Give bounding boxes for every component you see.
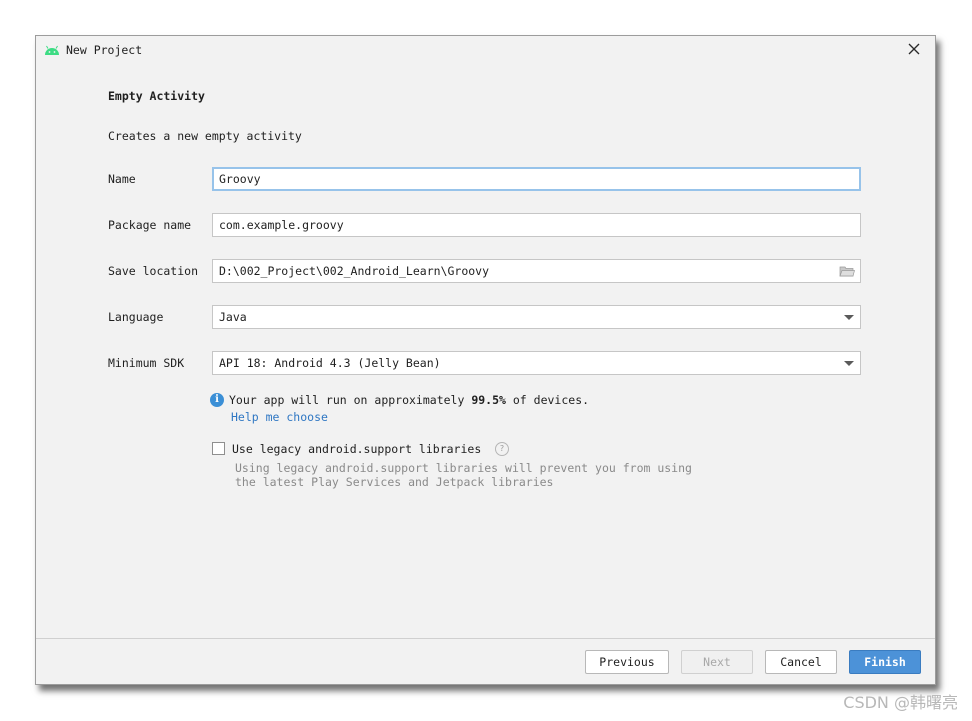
info-icon: i bbox=[210, 393, 224, 407]
title-bar: New Project bbox=[36, 36, 935, 64]
question-icon[interactable]: ? bbox=[495, 442, 509, 456]
coverage-percent: 99.5% bbox=[471, 393, 506, 407]
legacy-hint-line-2: the latest Play Services and Jetpack lib… bbox=[235, 475, 554, 489]
minimum-sdk-label: Minimum SDK bbox=[108, 356, 185, 370]
save-location-value: D:\002_Project\002_Android_Learn\Groovy bbox=[219, 264, 490, 278]
device-coverage-text: Your app will run on approximately 99.5%… bbox=[229, 393, 589, 407]
template-description: Creates a new empty activity bbox=[108, 129, 302, 143]
close-icon[interactable] bbox=[907, 42, 921, 56]
language-label: Language bbox=[108, 310, 164, 324]
language-select[interactable]: Java bbox=[212, 305, 861, 329]
template-heading: Empty Activity bbox=[108, 89, 205, 103]
finish-button[interactable]: Finish bbox=[849, 650, 921, 674]
coverage-prefix: Your app will run on approximately bbox=[229, 393, 472, 407]
previous-button[interactable]: Previous bbox=[585, 650, 669, 674]
android-icon bbox=[45, 45, 59, 55]
package-name-label: Package name bbox=[108, 218, 192, 232]
minimum-sdk-value: API 18: Android 4.3 (Jelly Bean) bbox=[219, 356, 441, 370]
footer-divider bbox=[36, 638, 935, 639]
save-location-field[interactable]: D:\002_Project\002_Android_Learn\Groovy bbox=[212, 259, 861, 283]
legacy-hint-line-1: Using legacy android.support libraries w… bbox=[235, 461, 692, 475]
watermark: CSDN @韩曙亮 bbox=[843, 693, 958, 712]
minimum-sdk-select[interactable]: API 18: Android 4.3 (Jelly Bean) bbox=[212, 351, 861, 375]
chevron-down-icon[interactable] bbox=[844, 361, 854, 366]
legacy-libraries-label[interactable]: Use legacy android.support libraries bbox=[232, 442, 481, 456]
coverage-suffix: of devices. bbox=[505, 393, 590, 407]
package-name-input[interactable] bbox=[212, 213, 861, 237]
language-value: Java bbox=[219, 310, 247, 324]
cancel-button[interactable]: Cancel bbox=[765, 650, 837, 674]
save-location-label: Save location bbox=[108, 264, 199, 278]
name-label: Name bbox=[108, 172, 136, 186]
new-project-dialog: New Project Empty Activity Creates a new… bbox=[35, 35, 936, 685]
legacy-libraries-checkbox[interactable] bbox=[212, 442, 225, 455]
chevron-down-icon[interactable] bbox=[844, 315, 854, 320]
folder-icon[interactable] bbox=[839, 265, 855, 277]
name-input[interactable] bbox=[212, 167, 861, 191]
next-button[interactable]: Next bbox=[681, 650, 753, 674]
help-me-choose-link[interactable]: Help me choose bbox=[231, 410, 328, 424]
window-title: New Project bbox=[66, 43, 143, 57]
